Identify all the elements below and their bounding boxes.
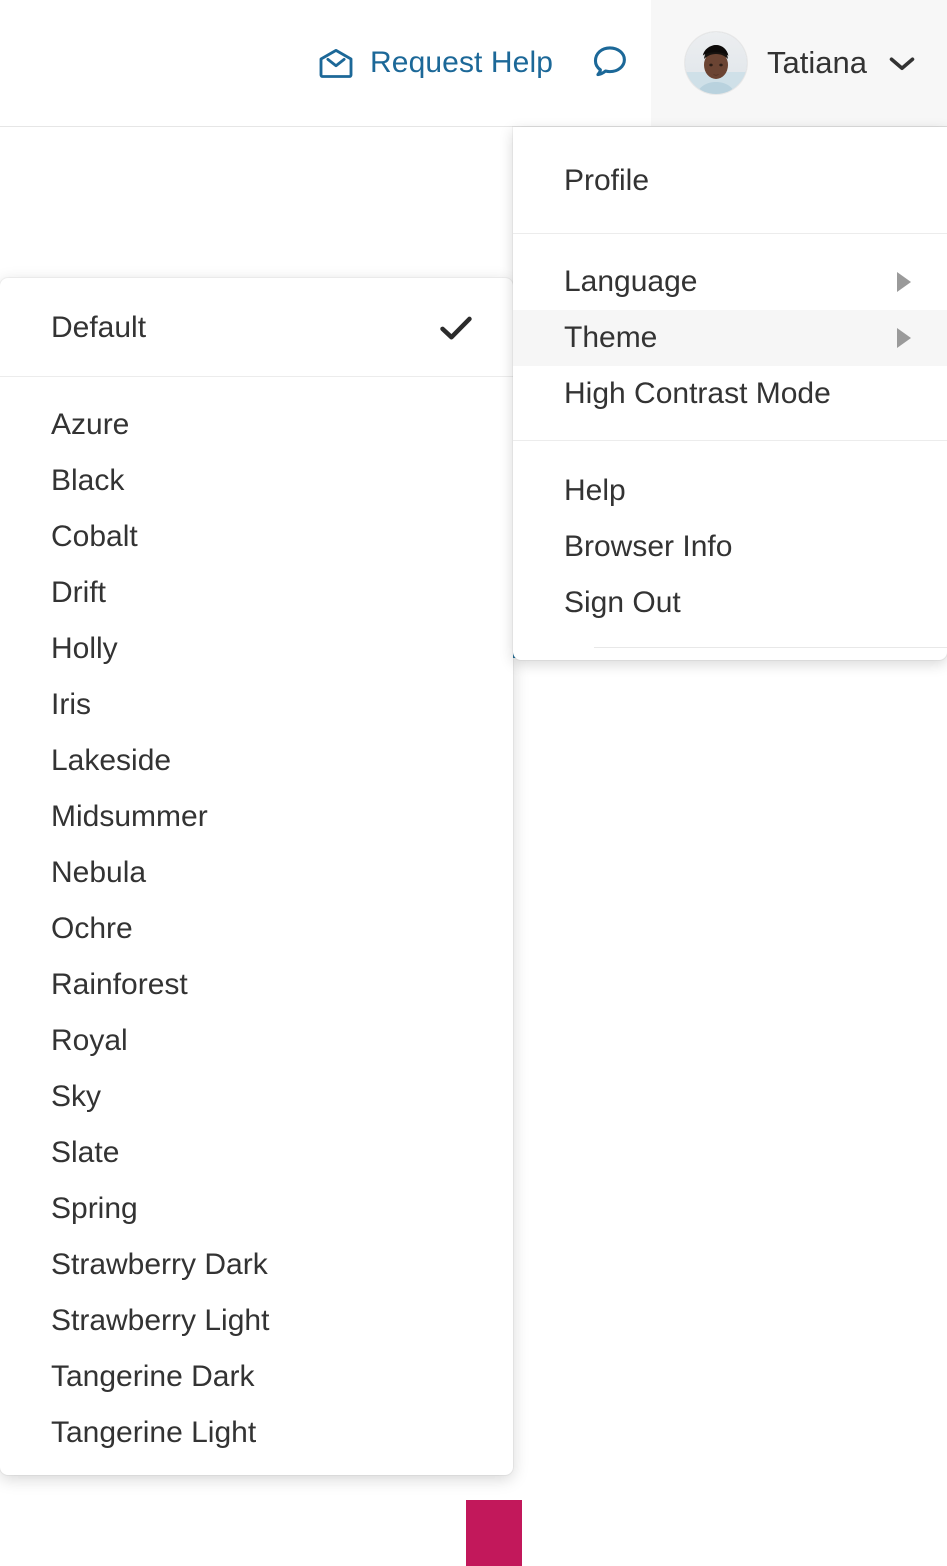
menu-item-help[interactable]: Help [513,463,947,519]
chat-bubble-icon [589,43,629,83]
checkmark-icon [439,315,473,341]
menu-item-label: Theme [564,321,658,354]
theme-option-black[interactable]: Black [0,453,513,509]
theme-option-label: Sky [51,1080,102,1113]
theme-option-label: Holly [51,632,118,665]
user-menu-button[interactable]: Tatiana [651,0,947,126]
menu-item-language[interactable]: Language [513,254,947,310]
theme-option-slate[interactable]: Slate [0,1125,513,1181]
menu-item-label: High Contrast Mode [564,377,831,410]
menu-item-browser-info[interactable]: Browser Info [513,519,947,575]
chevron-right-icon [897,272,911,292]
open-envelope-icon [318,48,354,78]
theme-option-strawberry-light[interactable]: Strawberry Light [0,1293,513,1349]
theme-option-iris[interactable]: Iris [0,677,513,733]
theme-option-ochre[interactable]: Ochre [0,901,513,957]
theme-option-label: Black [51,464,125,497]
theme-option-label: Strawberry Light [51,1304,270,1337]
theme-selected-group: Default [0,278,513,376]
theme-option-midsummer[interactable]: Midsummer [0,789,513,845]
theme-option-label: Royal [51,1024,128,1057]
menu-item-sign-out[interactable]: Sign Out [513,575,947,631]
theme-option-label: Tangerine Light [51,1416,257,1449]
theme-option-label: Iris [51,688,91,721]
theme-option-sky[interactable]: Sky [0,1069,513,1125]
theme-option-strawberry-dark[interactable]: Strawberry Dark [0,1237,513,1293]
theme-option-lakeside[interactable]: Lakeside [0,733,513,789]
background-pink-shape [466,1500,522,1566]
chevron-right-icon [897,328,911,348]
theme-option-cobalt[interactable]: Cobalt [0,509,513,565]
menu-footer-rule [594,647,947,648]
theme-option-nebula[interactable]: Nebula [0,845,513,901]
menu-item-profile[interactable]: Profile [513,153,947,209]
theme-option-label: Default [51,311,147,344]
theme-option-azure[interactable]: Azure [0,397,513,453]
theme-submenu: Default Azure Black Cobalt Drift Holly I… [0,278,513,1475]
header-actions: Request Help Tatiana [318,0,947,126]
theme-option-label: Tangerine Dark [51,1360,255,1393]
theme-option-tangerine-dark[interactable]: Tangerine Dark [0,1349,513,1405]
user-name-label: Tatiana [767,45,867,80]
theme-options-list: Azure Black Cobalt Drift Holly Iris Lake… [0,377,513,1461]
menu-item-label: Language [564,265,698,298]
menu-item-high-contrast-mode[interactable]: High Contrast Mode [513,366,947,422]
theme-option-label: Strawberry Dark [51,1248,268,1281]
menu-item-label: Sign Out [564,586,681,619]
theme-option-label: Drift [51,576,106,609]
profile-dropdown-menu: Profile Language Theme High Contrast Mod… [513,127,947,660]
theme-option-label: Slate [51,1136,120,1169]
profile-menu-group-support: Help Browser Info Sign Out [513,441,947,637]
theme-option-label: Cobalt [51,520,138,553]
theme-option-label: Spring [51,1192,138,1225]
avatar [685,32,748,94]
request-help-button[interactable]: Request Help [318,46,567,80]
theme-option-holly[interactable]: Holly [0,621,513,677]
menu-item-theme[interactable]: Theme [513,310,947,366]
theme-option-label: Midsummer [51,800,208,833]
menu-item-label: Help [564,474,626,507]
theme-option-label: Ochre [51,912,133,945]
theme-option-tangerine-light[interactable]: Tangerine Light [0,1405,513,1461]
request-help-label: Request Help [370,46,554,79]
theme-option-rainforest[interactable]: Rainforest [0,957,513,1013]
theme-option-default[interactable]: Default [0,300,513,356]
chat-button[interactable] [567,43,651,83]
theme-option-label: Rainforest [51,968,188,1001]
theme-option-drift[interactable]: Drift [0,565,513,621]
theme-option-spring[interactable]: Spring [0,1181,513,1237]
profile-menu-group-account: Profile [513,127,947,233]
theme-option-royal[interactable]: Royal [0,1013,513,1069]
menu-item-label: Browser Info [564,530,733,563]
profile-menu-group-preferences: Language Theme High Contrast Mode [513,234,947,440]
menu-item-label: Profile [564,164,650,197]
app-header: Request Help Tatiana [0,0,947,127]
theme-option-label: Lakeside [51,744,172,777]
chevron-down-icon [887,54,917,72]
theme-option-label: Azure [51,408,130,441]
theme-option-label: Nebula [51,856,147,889]
